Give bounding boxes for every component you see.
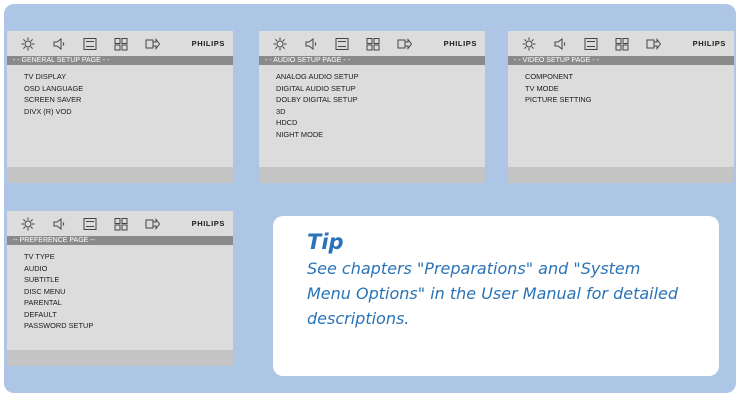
panel-footer [7, 167, 233, 183]
menu-item-tv-type[interactable]: TV TYPE [7, 251, 233, 263]
menu-item-screen-saver[interactable]: SCREEN SAVER [7, 94, 233, 106]
exit-icon[interactable] [143, 215, 160, 232]
grid-icon[interactable] [364, 35, 381, 52]
monitor-icon[interactable] [81, 35, 98, 52]
menu-item-night-mode[interactable]: NIGHT MODE [259, 129, 485, 141]
menu-item-subtitle[interactable]: SUBTITLE [7, 274, 233, 286]
video-menu-list: COMPONENT TV MODE PICTURE SETTING [508, 65, 734, 106]
philips-logo: PHILIPS [191, 219, 225, 228]
philips-logo: PHILIPS [443, 39, 477, 48]
preference-menu-list: TV TYPE AUDIO SUBTITLE DISC MENU PARENTA… [7, 245, 233, 332]
panel-header: - - GENERAL SETUP PAGE - - [7, 56, 233, 65]
speaker-icon[interactable] [50, 35, 67, 52]
monitor-icon[interactable] [81, 215, 98, 232]
panel-footer [7, 350, 233, 366]
gear-icon[interactable] [271, 35, 288, 52]
general-menu-list: TV DISPLAY OSD LANGUAGE SCREEN SAVER DIV… [7, 65, 233, 117]
philips-logo: PHILIPS [692, 39, 726, 48]
menu-item-picture-setting[interactable]: PICTURE SETTING [508, 94, 734, 106]
menu-item-tv-mode[interactable]: TV MODE [508, 83, 734, 95]
menu-item-analog-audio-setup[interactable]: ANALOG AUDIO SETUP [259, 71, 485, 83]
menu-item-hdcd[interactable]: HDCD [259, 117, 485, 129]
panel-header: - - VIDEO SETUP PAGE - - [508, 56, 734, 65]
gear-icon[interactable] [520, 35, 537, 52]
grid-icon[interactable] [613, 35, 630, 52]
grid-icon[interactable] [112, 215, 129, 232]
panel-toolbar: PHILIPS [7, 211, 233, 236]
menu-item-divx-vod[interactable]: DIVX (R) VOD [7, 106, 233, 118]
video-setup-panel: PHILIPS - - VIDEO SETUP PAGE - - COMPONE… [508, 31, 734, 183]
tip-box: Tip See chapters "Preparations" and "Sys… [273, 216, 719, 376]
menu-item-osd-language[interactable]: OSD LANGUAGE [7, 83, 233, 95]
philips-logo: PHILIPS [191, 39, 225, 48]
audio-menu-list: ANALOG AUDIO SETUP DIGITAL AUDIO SETUP D… [259, 65, 485, 140]
panel-footer [259, 167, 485, 183]
menu-item-component[interactable]: COMPONENT [508, 71, 734, 83]
audio-setup-panel: PHILIPS - - AUDIO SETUP PAGE - - ANALOG … [259, 31, 485, 183]
monitor-icon[interactable] [333, 35, 350, 52]
speaker-icon[interactable] [302, 35, 319, 52]
menu-item-3d[interactable]: 3D [259, 106, 485, 118]
panel-toolbar: PHILIPS [7, 31, 233, 56]
panel-footer [508, 167, 734, 183]
menu-item-tv-display[interactable]: TV DISPLAY [7, 71, 233, 83]
speaker-icon[interactable] [50, 215, 67, 232]
gear-icon[interactable] [19, 215, 36, 232]
panel-toolbar: PHILIPS [508, 31, 734, 56]
panel-header: - - AUDIO SETUP PAGE - - [259, 56, 485, 65]
tip-body: See chapters "Preparations" and "System … [307, 259, 679, 328]
menu-item-parental[interactable]: PARENTAL [7, 297, 233, 309]
exit-icon[interactable] [644, 35, 661, 52]
menu-item-dolby-digital-setup[interactable]: DOLBY DIGITAL SETUP [259, 94, 485, 106]
menu-item-audio[interactable]: AUDIO [7, 263, 233, 275]
exit-icon[interactable] [143, 35, 160, 52]
menu-item-disc-menu[interactable]: DISC MENU [7, 286, 233, 298]
panel-toolbar: PHILIPS [259, 31, 485, 56]
menu-item-password-setup[interactable]: PASSWORD SETUP [7, 320, 233, 332]
panel-header: -- PREFERENCE PAGE -- [7, 236, 233, 245]
speaker-icon[interactable] [551, 35, 568, 52]
general-setup-panel: PHILIPS - - GENERAL SETUP PAGE - - TV DI… [7, 31, 233, 183]
monitor-icon[interactable] [582, 35, 599, 52]
exit-icon[interactable] [395, 35, 412, 52]
menu-item-default[interactable]: DEFAULT [7, 309, 233, 321]
tip-title: Tip [307, 230, 344, 254]
menu-item-digital-audio-setup[interactable]: DIGITAL AUDIO SETUP [259, 83, 485, 95]
preference-panel: PHILIPS -- PREFERENCE PAGE -- TV TYPE AU… [7, 211, 233, 366]
grid-icon[interactable] [112, 35, 129, 52]
gear-icon[interactable] [19, 35, 36, 52]
